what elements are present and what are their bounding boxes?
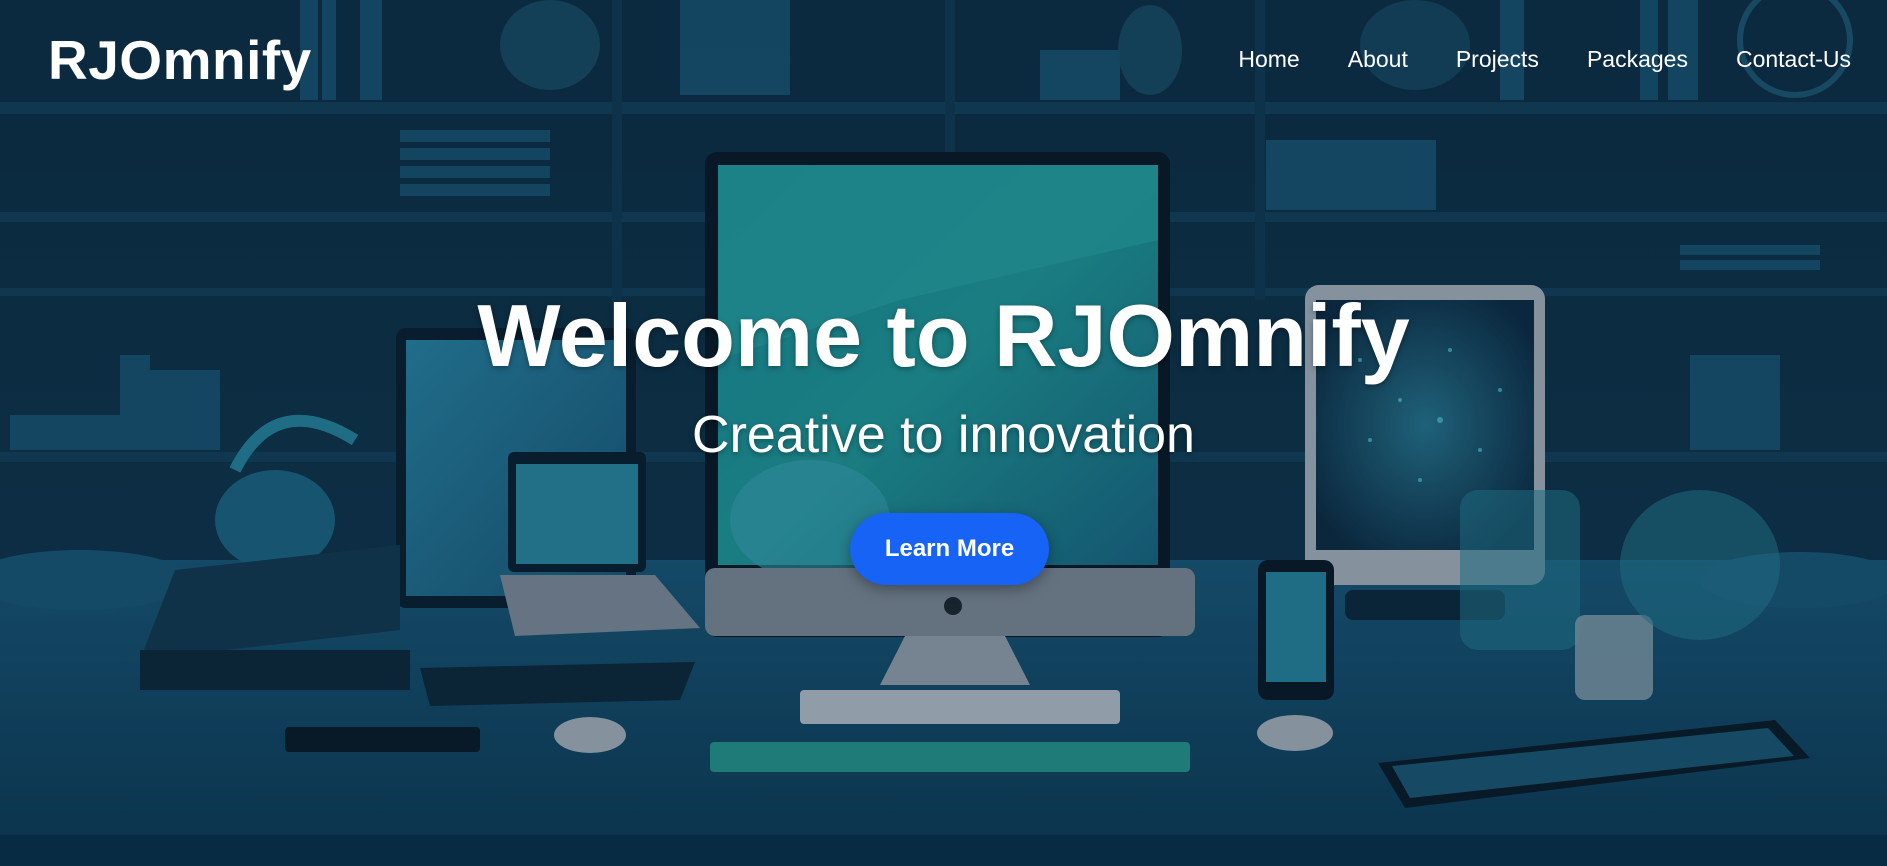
hero-section: Welcome to RJOmnify Creative to innovati… xyxy=(0,0,1887,866)
learn-more-button[interactable]: Learn More xyxy=(850,513,1049,585)
hero-subtitle: Creative to innovation xyxy=(692,406,1195,464)
hero-title: Welcome to RJOmnify xyxy=(477,286,1410,385)
